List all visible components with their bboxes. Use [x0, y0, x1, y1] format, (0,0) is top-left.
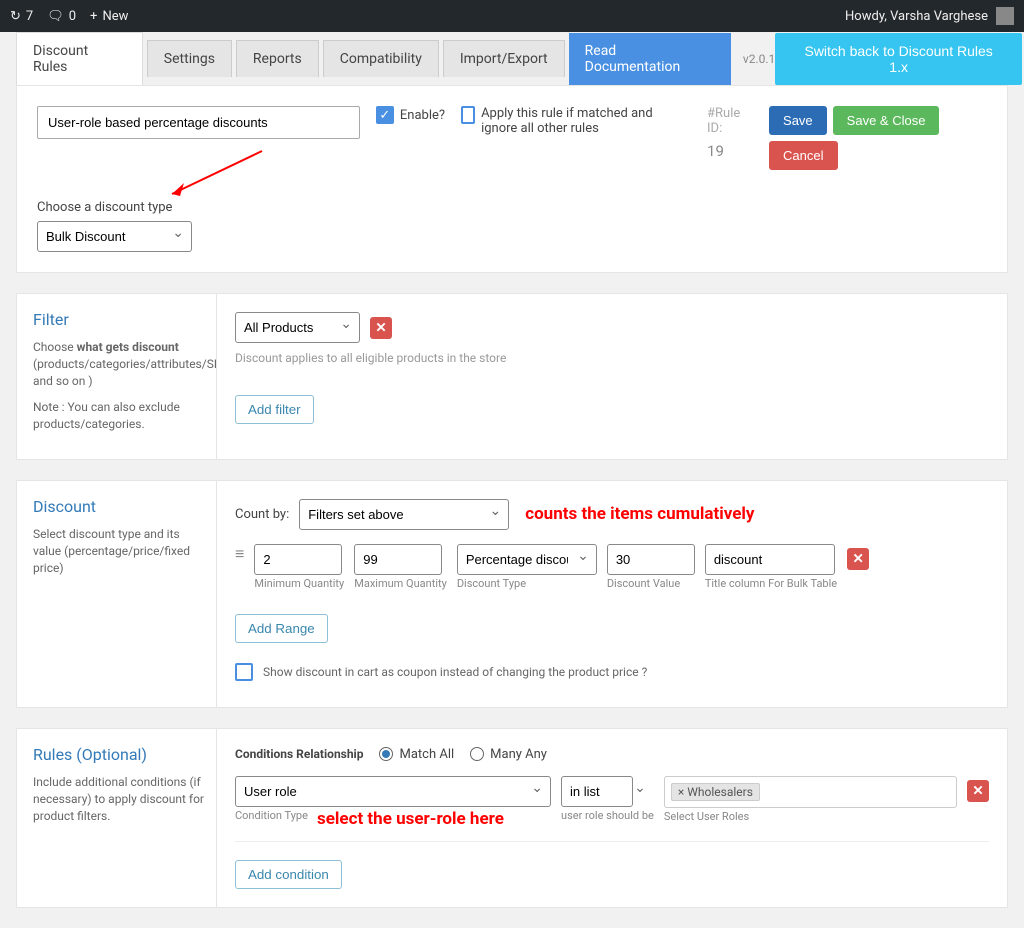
refresh-icon: ↻ [10, 9, 21, 24]
enable-checkbox[interactable]: ✓ [376, 106, 394, 124]
discount-value-label: Discount Value [607, 577, 695, 590]
min-qty-label: Minimum Quantity [254, 577, 344, 590]
max-qty-label: Maximum Quantity [354, 577, 447, 590]
tab-read-documentation[interactable]: Read Documentation [569, 33, 731, 85]
howdy[interactable]: Howdy, Varsha Varghese [845, 7, 1014, 25]
rules-title: Rules (Optional) [33, 745, 206, 764]
tag-wholesalers[interactable]: × Wholesalers [671, 783, 760, 801]
filter-note: Note : You can also exclude products/cat… [33, 399, 206, 433]
rule-header-panel: ✓ Enable? Apply this rule if matched and… [16, 85, 1008, 273]
version-label: v2.0.1 [743, 52, 775, 66]
remove-condition-button[interactable]: ✕ [967, 780, 989, 802]
role-help-label: user role should be [561, 809, 654, 822]
enable-label: Enable? [400, 108, 445, 123]
filter-title: Filter [33, 310, 206, 329]
new-button[interactable]: + New [90, 9, 128, 24]
annotation-select-role: select the user-role here [317, 809, 504, 829]
filter-products-select[interactable]: All Products [235, 312, 360, 343]
updates-indicator[interactable]: ↻ 7 [10, 9, 33, 24]
conditions-relationship-label: Conditions Relationship [235, 747, 363, 761]
rules-section: Rules (Optional) Include additional cond… [16, 728, 1008, 908]
save-button[interactable]: Save [769, 106, 827, 135]
tab-compatibility[interactable]: Compatibility [323, 40, 439, 77]
discount-section: Discount Select discount type and its va… [16, 480, 1008, 708]
tab-import-export[interactable]: Import/Export [443, 40, 565, 77]
discount-type-row-label: Discount Type [457, 577, 597, 590]
drag-handle-icon[interactable]: ≡ [235, 544, 244, 564]
min-qty-input[interactable] [254, 544, 342, 575]
avatar [996, 7, 1014, 25]
remove-filter-button[interactable]: ✕ [370, 317, 392, 339]
discount-type-select[interactable]: Bulk Discount [37, 221, 192, 252]
max-qty-input[interactable] [354, 544, 442, 575]
in-list-select[interactable]: in list [561, 776, 633, 807]
cancel-button[interactable]: Cancel [769, 141, 837, 170]
apply-ignore-checkbox[interactable] [461, 106, 475, 124]
many-any-radio[interactable]: Many Any [470, 747, 547, 762]
count-by-label: Count by: [235, 507, 289, 522]
annotation-arrow [162, 146, 272, 206]
discount-title: Discount [33, 497, 206, 516]
discount-value-input[interactable] [607, 544, 695, 575]
discount-type-row-select[interactable]: Percentage discount [457, 544, 597, 575]
tab-settings[interactable]: Settings [147, 40, 232, 77]
save-close-button[interactable]: Save & Close [833, 106, 940, 135]
filter-section: Filter Choose what gets discount (produc… [16, 293, 1008, 460]
annotation-counts: counts the items cumulatively [525, 504, 754, 524]
comment-icon: 🗨 [47, 9, 64, 24]
admin-bar: ↻ 7 🗨 0 + New Howdy, Varsha Varghese [0, 0, 1024, 32]
match-all-radio[interactable]: Match All [379, 747, 454, 762]
title-column-label: Title column For Bulk Table [705, 577, 837, 590]
tabs-bar: Discount Rules Settings Reports Compatib… [0, 32, 1024, 85]
plus-icon: + [90, 9, 97, 24]
coupon-checkbox[interactable] [235, 663, 253, 681]
discount-desc: Select discount type and its value (perc… [33, 526, 206, 576]
select-roles-label: Select User Roles [664, 810, 957, 823]
add-condition-button[interactable]: Add condition [235, 860, 342, 889]
coupon-label: Show discount in cart as coupon instead … [263, 665, 647, 679]
add-filter-button[interactable]: Add filter [235, 395, 314, 424]
count-by-select[interactable]: Filters set above [299, 499, 509, 530]
apply-ignore-label: Apply this rule if matched and ignore al… [481, 106, 691, 136]
condition-type-select[interactable]: User role [235, 776, 551, 807]
switch-back-button[interactable]: Switch back to Discount Rules 1.x [775, 33, 1022, 85]
tab-reports[interactable]: Reports [236, 40, 319, 77]
user-roles-input[interactable]: × Wholesalers [664, 776, 957, 808]
rule-name-input[interactable] [37, 106, 360, 139]
rule-id: #Rule ID: 19 [707, 106, 753, 160]
title-column-input[interactable] [705, 544, 835, 575]
remove-range-button[interactable]: ✕ [847, 548, 869, 570]
comments-indicator[interactable]: 🗨 0 [47, 9, 76, 24]
filter-help: Discount applies to all eligible product… [235, 351, 989, 365]
add-range-button[interactable]: Add Range [235, 614, 328, 643]
tab-discount-rules[interactable]: Discount Rules [16, 32, 143, 85]
filter-desc: Choose what gets discount (products/cate… [33, 339, 206, 389]
rules-desc: Include additional conditions (if necess… [33, 774, 206, 824]
